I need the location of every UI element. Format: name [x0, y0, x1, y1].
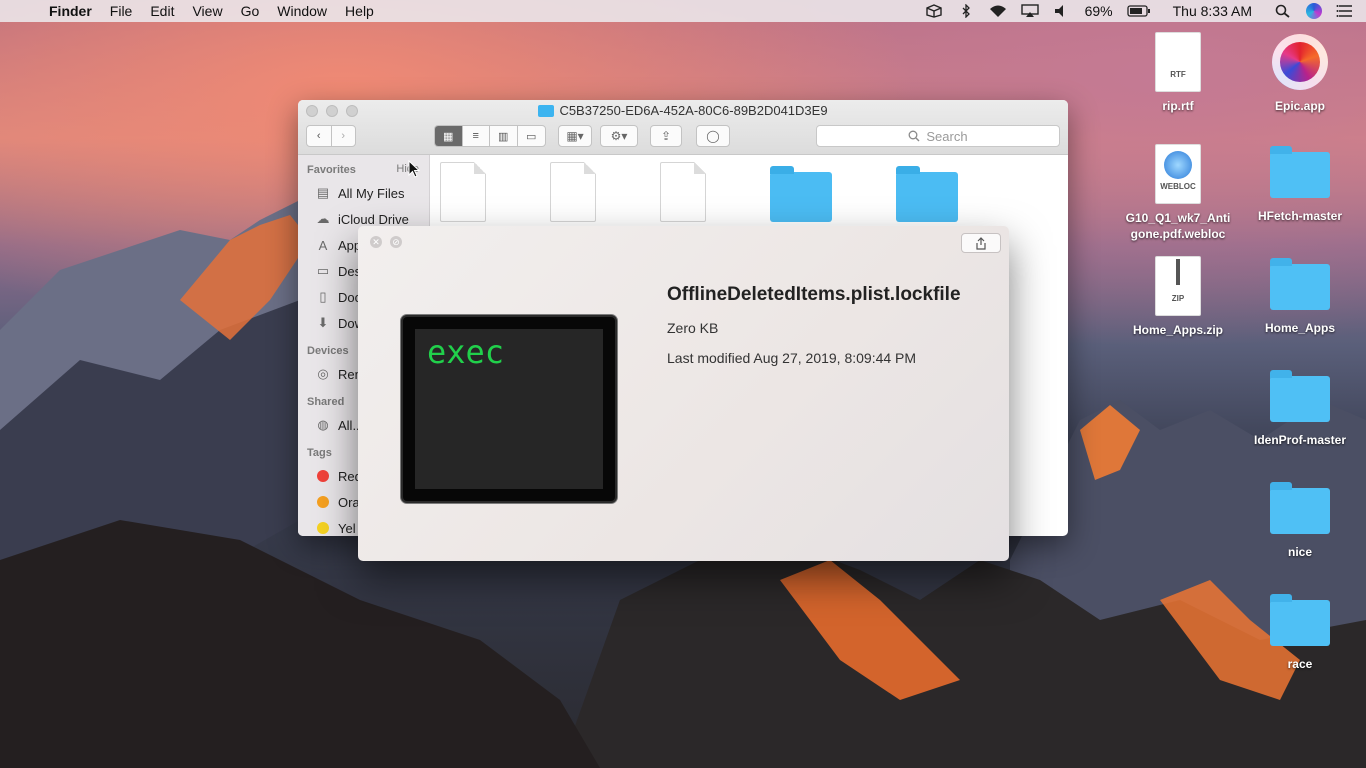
- status-area: 69% Thu 8:33 AM: [925, 0, 1366, 22]
- share-icon: [976, 236, 986, 250]
- quicklook-filename: OfflineDeletedItems.plist.lockfile: [667, 284, 961, 305]
- finder-toolbar: C5B37250-ED6A-452A-80C6-89B2D041D3E9 ‹ ›…: [298, 100, 1068, 155]
- cloud-icon: ☁: [316, 211, 330, 226]
- list-view-button[interactable]: ≡: [463, 126, 490, 146]
- desktop-icon-hfetch-master[interactable]: HFetch-master: [1245, 144, 1355, 224]
- menu-bar: Finder File Edit View Go Window Help 69%…: [0, 0, 1366, 22]
- menu-window[interactable]: Window: [268, 3, 336, 19]
- search-icon: [908, 130, 920, 142]
- terminal-exec-text: exec: [427, 333, 505, 371]
- desktop-icon-label: Home_Apps: [1264, 321, 1335, 335]
- disk-icon: ◎: [317, 366, 329, 381]
- desktop-icon-label: Home_Apps.zip: [1132, 323, 1223, 337]
- search-placeholder: Search: [926, 128, 968, 144]
- menu-file[interactable]: File: [101, 3, 142, 19]
- folder-item[interactable]: [896, 166, 958, 222]
- tags-button[interactable]: ◯: [696, 125, 730, 147]
- desktop-icon-label: nice: [1287, 545, 1312, 559]
- desktop-icon-home-apps[interactable]: Home_Apps: [1245, 256, 1355, 336]
- documents-icon: ▯: [319, 289, 327, 304]
- file-grid: [440, 162, 958, 222]
- folder-icon: [538, 104, 555, 117]
- menu-app-name[interactable]: Finder: [40, 3, 101, 19]
- file-item[interactable]: [550, 162, 596, 222]
- desktop-icon-label: HFetch-master: [1257, 209, 1343, 223]
- battery-icon[interactable]: [1126, 4, 1151, 18]
- back-button[interactable]: ‹: [307, 126, 332, 146]
- safari-compass-icon: [1164, 151, 1192, 179]
- action-gear-button[interactable]: ⚙▾: [600, 125, 638, 147]
- rtf-file-icon: RTF: [1155, 32, 1201, 92]
- menu-help[interactable]: Help: [336, 3, 383, 19]
- nav-buttons: ‹ ›: [306, 125, 356, 147]
- folder-icon: [1270, 370, 1330, 422]
- quicklook-close-button[interactable]: ✕: [370, 236, 382, 248]
- terminal-exec-icon: exec: [400, 314, 618, 504]
- red-tag-dot: [317, 470, 329, 482]
- network-globe-icon: ◍: [317, 417, 329, 432]
- wifi-icon[interactable]: [989, 4, 1007, 18]
- folder-icon: [1270, 258, 1330, 310]
- column-view-button[interactable]: ▥: [490, 126, 518, 146]
- desktop-icon-home-apps-zip[interactable]: ZIP Home_Apps.zip: [1123, 256, 1233, 338]
- menu-edit[interactable]: Edit: [141, 3, 183, 19]
- file-item[interactable]: [440, 162, 486, 222]
- folder-icon: [1270, 146, 1330, 198]
- file-item[interactable]: [660, 162, 706, 222]
- quicklook-fullscreen-button[interactable]: ⊘: [390, 236, 402, 248]
- desktop-icon: ▭: [316, 263, 330, 278]
- siri-icon[interactable]: [1306, 3, 1322, 19]
- desktop-icon-idenprof-master[interactable]: IdenProf-master: [1245, 368, 1355, 448]
- desktop-icon-label: IdenProf-master: [1253, 433, 1347, 447]
- desktop-icon-nice[interactable]: nice: [1245, 480, 1355, 560]
- desktop-icon-epic-app[interactable]: Epic.app: [1245, 34, 1355, 114]
- webloc-file-icon: WEBLOC: [1155, 144, 1201, 204]
- zipper-icon: [1176, 259, 1180, 285]
- desktop-icon-label: G10_Q1_wk7_Antigone.pdf.webloc: [1125, 211, 1231, 241]
- quicklook-panel: ✕ ⊘ exec OfflineDeletedItems.plist.lockf…: [358, 226, 1009, 561]
- search-field[interactable]: Search: [816, 125, 1060, 147]
- quicklook-controls: ✕ ⊘: [370, 236, 402, 248]
- battery-percent[interactable]: 69%: [1085, 3, 1113, 19]
- folder-icon: [1270, 594, 1330, 646]
- yellow-tag-dot: [317, 522, 329, 534]
- terminal-screen: exec: [415, 329, 603, 489]
- desktop-icon-race[interactable]: race: [1245, 592, 1355, 672]
- applications-icon: A: [318, 237, 328, 253]
- view-switcher: ▦ ≡ ▥ ▭: [434, 125, 546, 147]
- desktop-icon-label: race: [1287, 657, 1313, 671]
- desktop-icon-label: Epic.app: [1274, 99, 1325, 113]
- bluetooth-icon[interactable]: [957, 4, 975, 18]
- menu-go[interactable]: Go: [232, 3, 269, 19]
- quicklook-share-button[interactable]: [961, 233, 1001, 253]
- quicklook-filesize: Zero KB: [667, 320, 719, 336]
- package-icon[interactable]: [925, 4, 943, 18]
- sidebar-item-all-my-files[interactable]: ▤ All My Files: [298, 180, 429, 206]
- desktop-icon-rip-rtf[interactable]: RTF rip.rtf: [1123, 32, 1233, 114]
- window-title-text: C5B37250-ED6A-452A-80C6-89B2D041D3E9: [559, 103, 828, 118]
- window-title: C5B37250-ED6A-452A-80C6-89B2D041D3E9: [298, 103, 1068, 118]
- desktop-icon-label: rip.rtf: [1162, 99, 1194, 113]
- folder-icon: [1270, 482, 1330, 534]
- zip-file-icon: ZIP: [1155, 256, 1201, 316]
- all-files-icon: ▤: [316, 185, 330, 200]
- desktop-icon-webloc[interactable]: WEBLOC G10_Q1_wk7_Antigone.pdf.webloc: [1123, 144, 1233, 242]
- epic-browser-icon: [1272, 34, 1328, 90]
- share-button[interactable]: ⇪: [650, 125, 682, 147]
- orange-tag-dot: [317, 496, 329, 508]
- volume-icon[interactable]: [1053, 4, 1071, 18]
- arrange-button[interactable]: ▦▾: [558, 125, 592, 147]
- menu-view[interactable]: View: [183, 3, 231, 19]
- spotlight-icon[interactable]: [1274, 4, 1292, 18]
- notification-center-icon[interactable]: [1336, 4, 1354, 18]
- gallery-view-button[interactable]: ▭: [518, 126, 545, 146]
- downloads-icon: ⬇: [317, 315, 329, 330]
- quicklook-modified: Last modified Aug 27, 2019, 8:09:44 PM: [667, 350, 917, 366]
- menu-clock[interactable]: Thu 8:33 AM: [1173, 3, 1252, 19]
- mouse-cursor-icon: [408, 160, 420, 178]
- folder-item[interactable]: [770, 166, 832, 222]
- airplay-icon[interactable]: [1020, 4, 1039, 18]
- forward-button[interactable]: ›: [332, 126, 356, 146]
- icon-view-button[interactable]: ▦: [435, 126, 463, 146]
